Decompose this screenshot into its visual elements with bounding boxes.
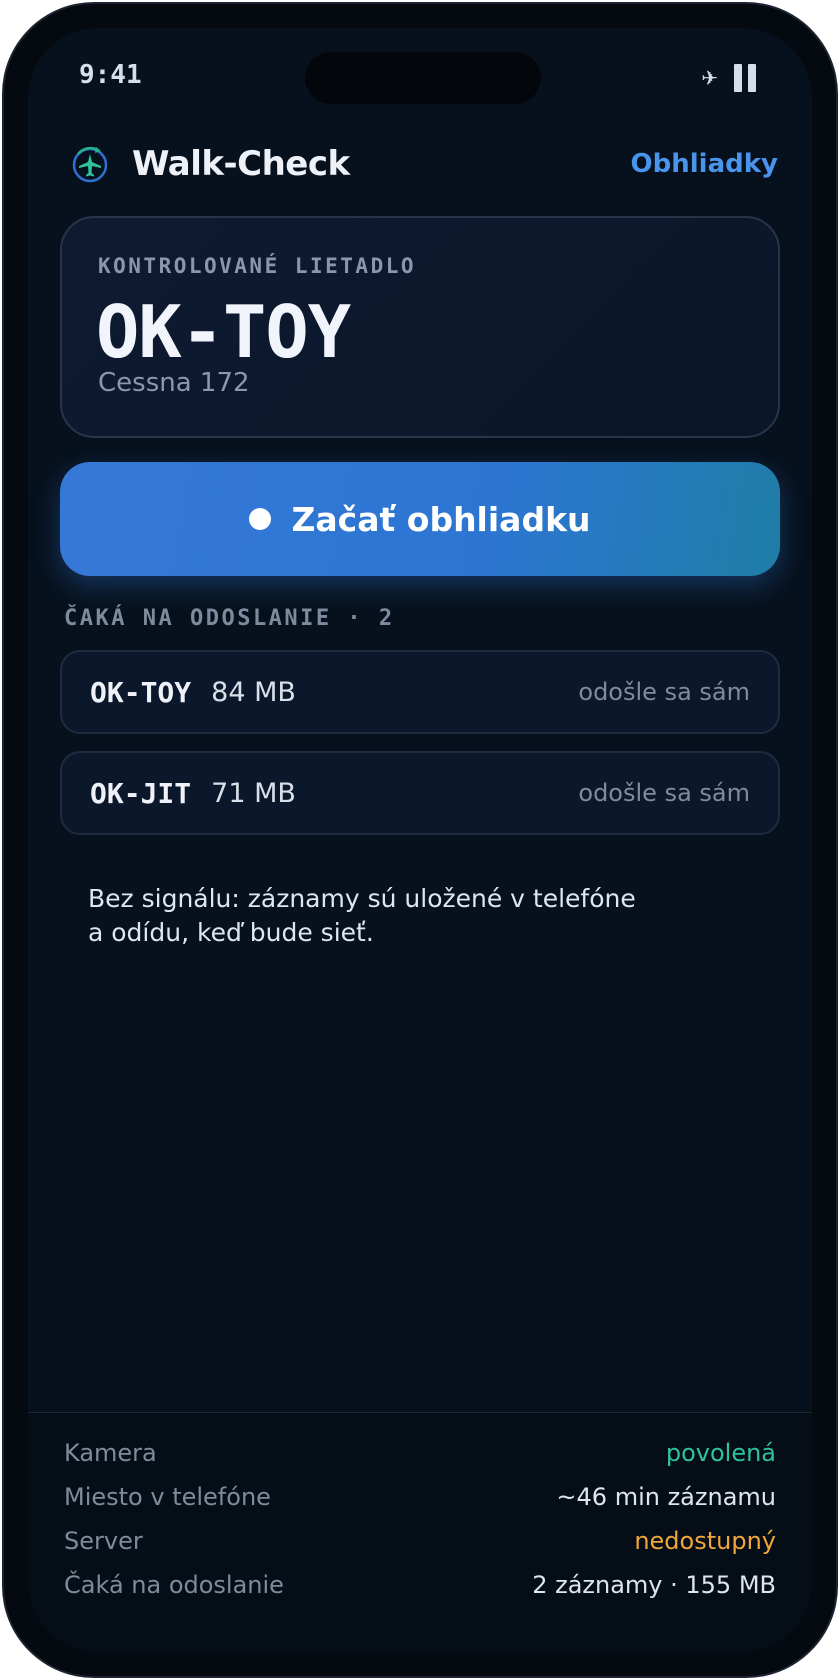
footer-label: Server [64,1527,143,1555]
item-status: odošle sa sám [578,779,750,807]
aircraft-card: KONTROLOVANÉ LIETADLO OK-TOY Cessna 172 [60,216,780,438]
footer-value: nedostupný [634,1527,776,1555]
footer-value: ~46 min záznamu [556,1483,776,1511]
status-footer: Kamera povolená Miesto v telefóne ~46 mi… [28,1412,812,1652]
app-header: Walk-Check Obhliadky [70,134,778,194]
list-item[interactable]: OK-TOY 84 MB odošle sa sám [60,650,780,734]
status-time: 9:41 [79,60,142,90]
offline-note-line: a odídu, keď bude sieť. [88,918,374,947]
footer-row-server: Server nedostupný [64,1521,776,1561]
app-title: Walk-Check [132,144,350,184]
aircraft-registration: OK-TOY [96,290,351,374]
list-item[interactable]: OK-JIT 71 MB odošle sa sám [60,751,780,835]
item-size: 84 MB [211,676,296,708]
item-size: 71 MB [211,777,296,809]
item-registration: OK-JIT [90,776,192,810]
footer-value: povolená [665,1439,776,1467]
pending-list: OK-TOY 84 MB odošle sa sám OK-JIT 71 MB … [60,650,780,852]
record-dot-icon [249,508,272,530]
footer-label: Kamera [64,1439,157,1467]
footer-label: Miesto v telefóne [64,1483,271,1511]
footer-row-pending: Čaká na odoslanie 2 záznamy · 155 MB [64,1565,776,1605]
footer-value: 2 záznamy · 155 MB [532,1571,776,1599]
start-inspection-label: Začať obhliadku [291,499,591,539]
offline-note: Bez signálu: záznamy sú uložené v telefó… [88,882,648,950]
footer-row-camera: Kamera povolená [64,1433,776,1473]
app-screen: 9:41 ✈ Walk-Check Obhliadky KONTROLOVANÉ… [28,28,812,1652]
airplane-icon: ✈ [701,66,718,90]
offline-note-line: Bez signálu: záznamy sú uložené v telefó… [88,884,636,913]
aircraft-type: Cessna 172 [98,368,250,398]
inspections-link[interactable]: Obhliadky [631,149,778,179]
aircraft-card-label: KONTROLOVANÉ LIETADLO [98,254,417,278]
plane-compass-icon [72,146,108,183]
item-status: odošle sa sám [578,678,750,706]
footer-row-storage: Miesto v telefóne ~46 min záznamu [64,1477,776,1517]
item-registration: OK-TOY [90,675,192,709]
start-inspection-button[interactable]: Začať obhliadku [60,462,780,576]
pending-heading: ČAKÁ NA ODOSLANIE · 2 [64,606,395,631]
dynamic-island [305,52,541,104]
phone-frame: 9:41 ✈ Walk-Check Obhliadky KONTROLOVANÉ… [4,4,836,1676]
battery-icon [734,64,756,92]
footer-label: Čaká na odoslanie [64,1571,284,1599]
status-icons: ✈ [701,64,756,92]
